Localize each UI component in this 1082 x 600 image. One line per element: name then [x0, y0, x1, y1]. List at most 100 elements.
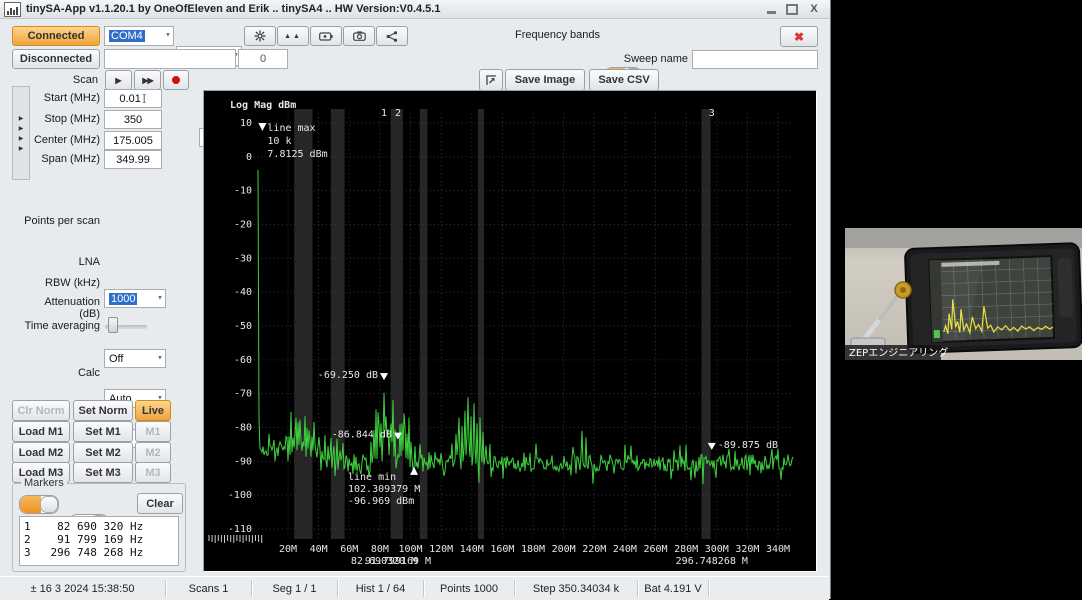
svg-text:10 k: 10 k [267, 136, 291, 147]
svg-text:160M: 160M [490, 544, 514, 555]
sweep-name-field[interactable] [692, 50, 818, 69]
svg-text:-60: -60 [234, 355, 252, 366]
svg-text:20M: 20M [279, 544, 297, 555]
svg-text:-40: -40 [234, 287, 252, 298]
com-status-field[interactable] [104, 49, 236, 69]
svg-text:280M: 280M [674, 544, 698, 555]
m3-button[interactable]: M3 [135, 462, 171, 483]
record-button[interactable] [163, 70, 189, 90]
export-button[interactable] [376, 26, 408, 46]
load-m1-button[interactable]: Load M1 [12, 421, 70, 442]
lna-label: LNA [34, 253, 100, 270]
spectrum-plot: Log Mag dBm100-10-20-30-40-50-60-70-80-9… [204, 91, 814, 569]
marker-list-row[interactable]: 3 296 748 268 Hz [24, 546, 143, 559]
frequency-bands-label: Frequency bands [500, 26, 600, 44]
clear-markers-button[interactable]: Clear [137, 493, 183, 514]
svg-text:0: 0 [246, 152, 252, 163]
load-m2-button[interactable]: Load M2 [12, 442, 70, 463]
spectrum-chart[interactable]: Log Mag dBm100-10-20-30-40-50-60-70-80-9… [203, 90, 817, 572]
center-mhz-label: Center (MHz) [24, 131, 100, 148]
center-mhz-field[interactable]: 175.005 [104, 131, 162, 150]
svg-text:180M: 180M [521, 544, 545, 555]
svg-text:296.748268 M: 296.748268 M [676, 556, 748, 567]
close-icon[interactable]: X [808, 4, 820, 15]
span-mhz-label: Span (MHz) [34, 150, 100, 167]
svg-text:340M: 340M [766, 544, 790, 555]
svg-text:120M: 120M [429, 544, 453, 555]
sweep-name-label: Sweep name [612, 50, 688, 67]
live-button[interactable]: Live [135, 400, 171, 421]
screen-capture-button[interactable] [343, 26, 375, 46]
scan-continuous-button[interactable]: ▶▶ [134, 70, 161, 90]
svg-text:-20: -20 [234, 219, 252, 230]
battery-status-button[interactable] [310, 26, 342, 46]
svg-text:10: 10 [240, 118, 252, 129]
com-port-value: COM4 [109, 30, 145, 42]
svg-text:-10: -10 [234, 186, 252, 197]
svg-text:-86.844 dB: -86.844 dB [332, 430, 392, 441]
gear-icon [254, 30, 266, 42]
m2-button[interactable]: M2 [135, 442, 171, 463]
settings-button[interactable] [244, 26, 276, 46]
chevron-down-icon: ▼ [157, 355, 163, 361]
battery-icon [319, 32, 333, 41]
time-averaging-slider[interactable] [105, 322, 147, 332]
svg-text:3: 3 [709, 108, 715, 119]
svg-text:-90: -90 [234, 456, 252, 467]
set-m1-button[interactable]: Set M1 [73, 421, 133, 442]
start-mhz-label: Start (MHz) [34, 89, 100, 106]
m1-button[interactable]: M1 [135, 421, 171, 442]
set-m3-button[interactable]: Set M3 [73, 462, 133, 483]
svg-text:7.8125 dBm: 7.8125 dBm [267, 149, 327, 160]
svg-text:-69.250 dB: -69.250 dB [318, 370, 378, 381]
marker-list-row[interactable]: 1 82 690 320 Hz [24, 520, 143, 533]
retry-count-field[interactable]: 0 [238, 49, 288, 69]
right-arrow-icon: ▶ [19, 135, 24, 142]
save-csv-button[interactable]: Save CSV [589, 69, 659, 91]
chevron-down-icon: ▼ [157, 295, 163, 301]
svg-text:2: 2 [395, 108, 401, 119]
save-image-button[interactable]: Save Image [505, 69, 585, 91]
share-icon [386, 31, 398, 42]
marker-list[interactable]: 1 82 690 320 Hz 2 91 799 169 Hz 3 296 74… [19, 516, 179, 566]
marker-toggle-1[interactable] [19, 495, 59, 514]
lna-select[interactable]: Off▼ [104, 349, 166, 368]
chevron-down-icon: ▼ [165, 33, 171, 39]
svg-text:line min: line min [348, 472, 396, 483]
photo-caption: ZEPエンジニアリング [849, 346, 948, 359]
svg-text:-50: -50 [234, 321, 252, 332]
exit-button[interactable]: ✖ [780, 26, 818, 47]
maximize-icon[interactable] [786, 4, 798, 15]
connected-button[interactable]: Connected [12, 26, 100, 46]
points-per-scan-label: Points per scan [14, 212, 100, 229]
time-averaging-label: Time averaging [10, 319, 100, 333]
start-mhz-field[interactable]: 0.01I [104, 89, 162, 108]
firmware-update-button[interactable]: ▲▲ [277, 26, 309, 46]
svg-text:line max: line max [267, 123, 315, 134]
set-norm-button[interactable]: Set Norm [73, 400, 133, 421]
svg-text:220M: 220M [582, 544, 606, 555]
svg-text:320M: 320M [735, 544, 759, 555]
minimize-icon[interactable] [767, 5, 776, 14]
clr-norm-button[interactable]: Clr Norm [12, 400, 70, 421]
svg-text:140M: 140M [460, 544, 484, 555]
points-per-scan-select[interactable]: 1000▼ [104, 289, 166, 308]
set-m2-button[interactable]: Set M2 [73, 442, 133, 463]
stop-mhz-field[interactable]: 350 [104, 110, 162, 129]
disconnected-button[interactable]: Disconnected [12, 49, 100, 69]
marker-list-row[interactable]: 2 91 799 169 Hz [24, 533, 143, 546]
status-battery: Bat 4.191 V [638, 580, 709, 597]
camera-icon [353, 31, 366, 41]
svg-text:40M: 40M [310, 544, 328, 555]
svg-text:-89.875 dB: -89.875 dB [718, 440, 778, 451]
scan-single-button[interactable]: ▶ [105, 70, 132, 90]
copy-chart-button[interactable] [479, 69, 503, 91]
svg-text:300M: 300M [705, 544, 729, 555]
app-icon [4, 2, 21, 17]
com-port-select[interactable]: COM4 ▼ [104, 26, 174, 46]
slider-knob[interactable] [108, 317, 118, 333]
span-mhz-field[interactable]: 349.99 [104, 150, 162, 169]
status-bar: ± 16 3 2024 15:38:50 Scans 1 Seg 1 / 1 H… [0, 576, 829, 600]
right-arrow-icon: ▶ [19, 145, 24, 152]
status-history: Hist 1 / 64 [338, 580, 424, 597]
